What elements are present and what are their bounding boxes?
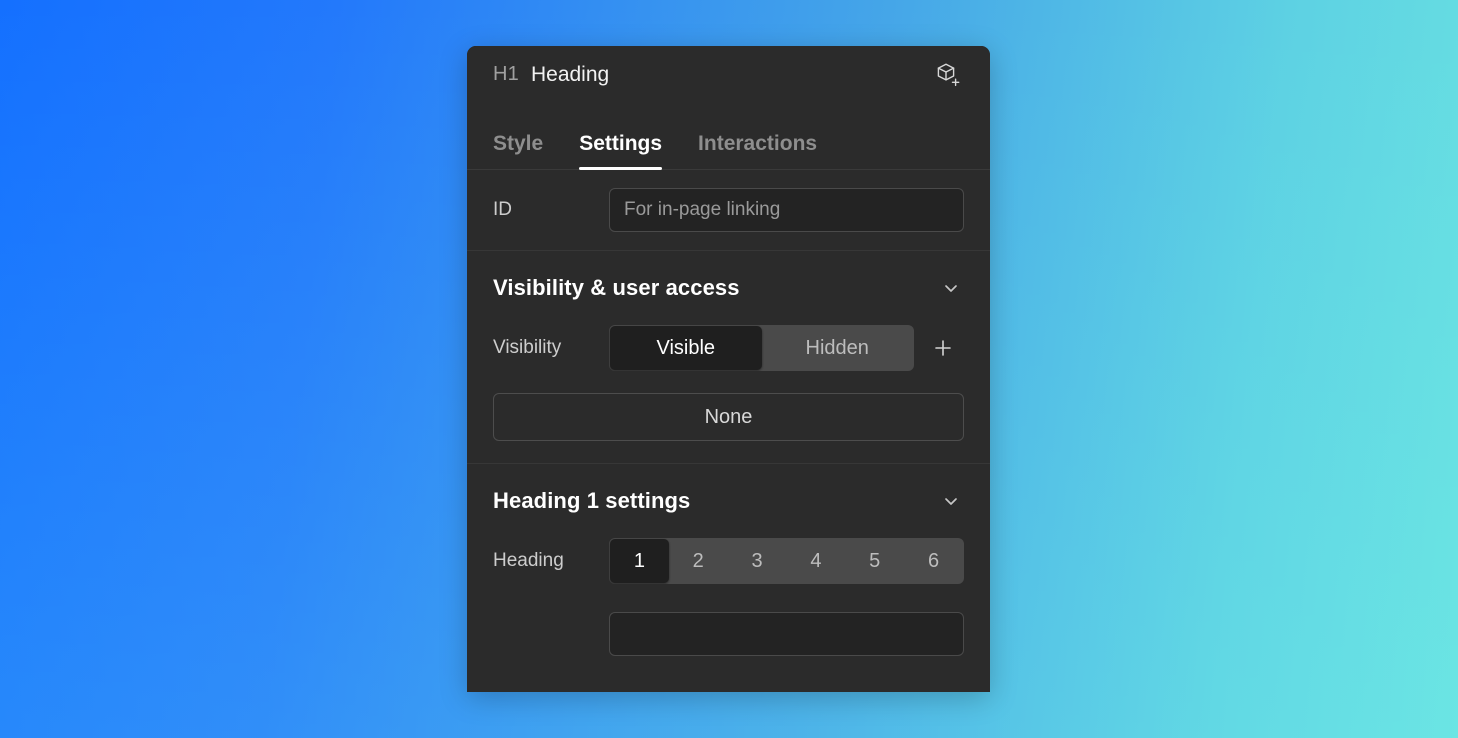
id-field-row: ID <box>493 170 964 250</box>
tab-style[interactable]: Style <box>493 132 543 170</box>
heading-level-label: Heading <box>493 550 564 571</box>
heading-section-title: Heading 1 settings <box>493 488 691 513</box>
chevron-down-icon[interactable] <box>938 488 964 514</box>
heading-level-6[interactable]: 6 <box>904 539 963 583</box>
visibility-field-row: Visibility Visible Hidden <box>493 317 964 389</box>
heading-level-3[interactable]: 3 <box>728 539 787 583</box>
panel-header: H1 Heading <box>467 46 990 103</box>
cube-plus-icon[interactable] <box>930 57 966 93</box>
settings-panel: H1 Heading Style Settings Interactions I… <box>467 46 990 692</box>
id-label: ID <box>493 199 512 220</box>
clipped-input[interactable] <box>609 612 964 656</box>
user-access-button[interactable]: None <box>493 393 964 441</box>
heading-level-field-row: Heading 1 2 3 4 5 6 <box>493 530 964 602</box>
element-name: Heading <box>530 62 610 86</box>
visibility-label: Visibility <box>493 337 562 358</box>
heading-settings-section: Heading 1 settings Heading 1 2 3 4 5 6 <box>467 464 990 656</box>
heading-level-2[interactable]: 2 <box>669 539 728 583</box>
plus-icon[interactable] <box>922 327 964 369</box>
clipped-field-row <box>493 602 964 656</box>
heading-level-5[interactable]: 5 <box>845 539 904 583</box>
element-tag: H1 <box>493 63 519 85</box>
heading-level-4[interactable]: 4 <box>786 539 845 583</box>
visibility-option-visible[interactable]: Visible <box>610 326 762 370</box>
panel-tabs: Style Settings Interactions <box>467 103 990 170</box>
id-input[interactable] <box>609 188 964 232</box>
tab-settings[interactable]: Settings <box>579 132 662 170</box>
visibility-section: Visibility & user access Visibility Visi… <box>467 251 990 464</box>
heading-level-1[interactable]: 1 <box>610 539 669 583</box>
visibility-section-header[interactable]: Visibility & user access <box>493 251 964 317</box>
id-section: ID <box>467 170 990 251</box>
visibility-segmented-control: Visible Hidden <box>609 325 914 371</box>
heading-level-segmented-control: 1 2 3 4 5 6 <box>609 538 964 584</box>
tab-interactions[interactable]: Interactions <box>698 132 817 170</box>
chevron-down-icon[interactable] <box>938 275 964 301</box>
visibility-option-hidden[interactable]: Hidden <box>762 326 914 370</box>
visibility-section-title: Visibility & user access <box>493 275 740 300</box>
heading-section-header[interactable]: Heading 1 settings <box>493 464 964 530</box>
